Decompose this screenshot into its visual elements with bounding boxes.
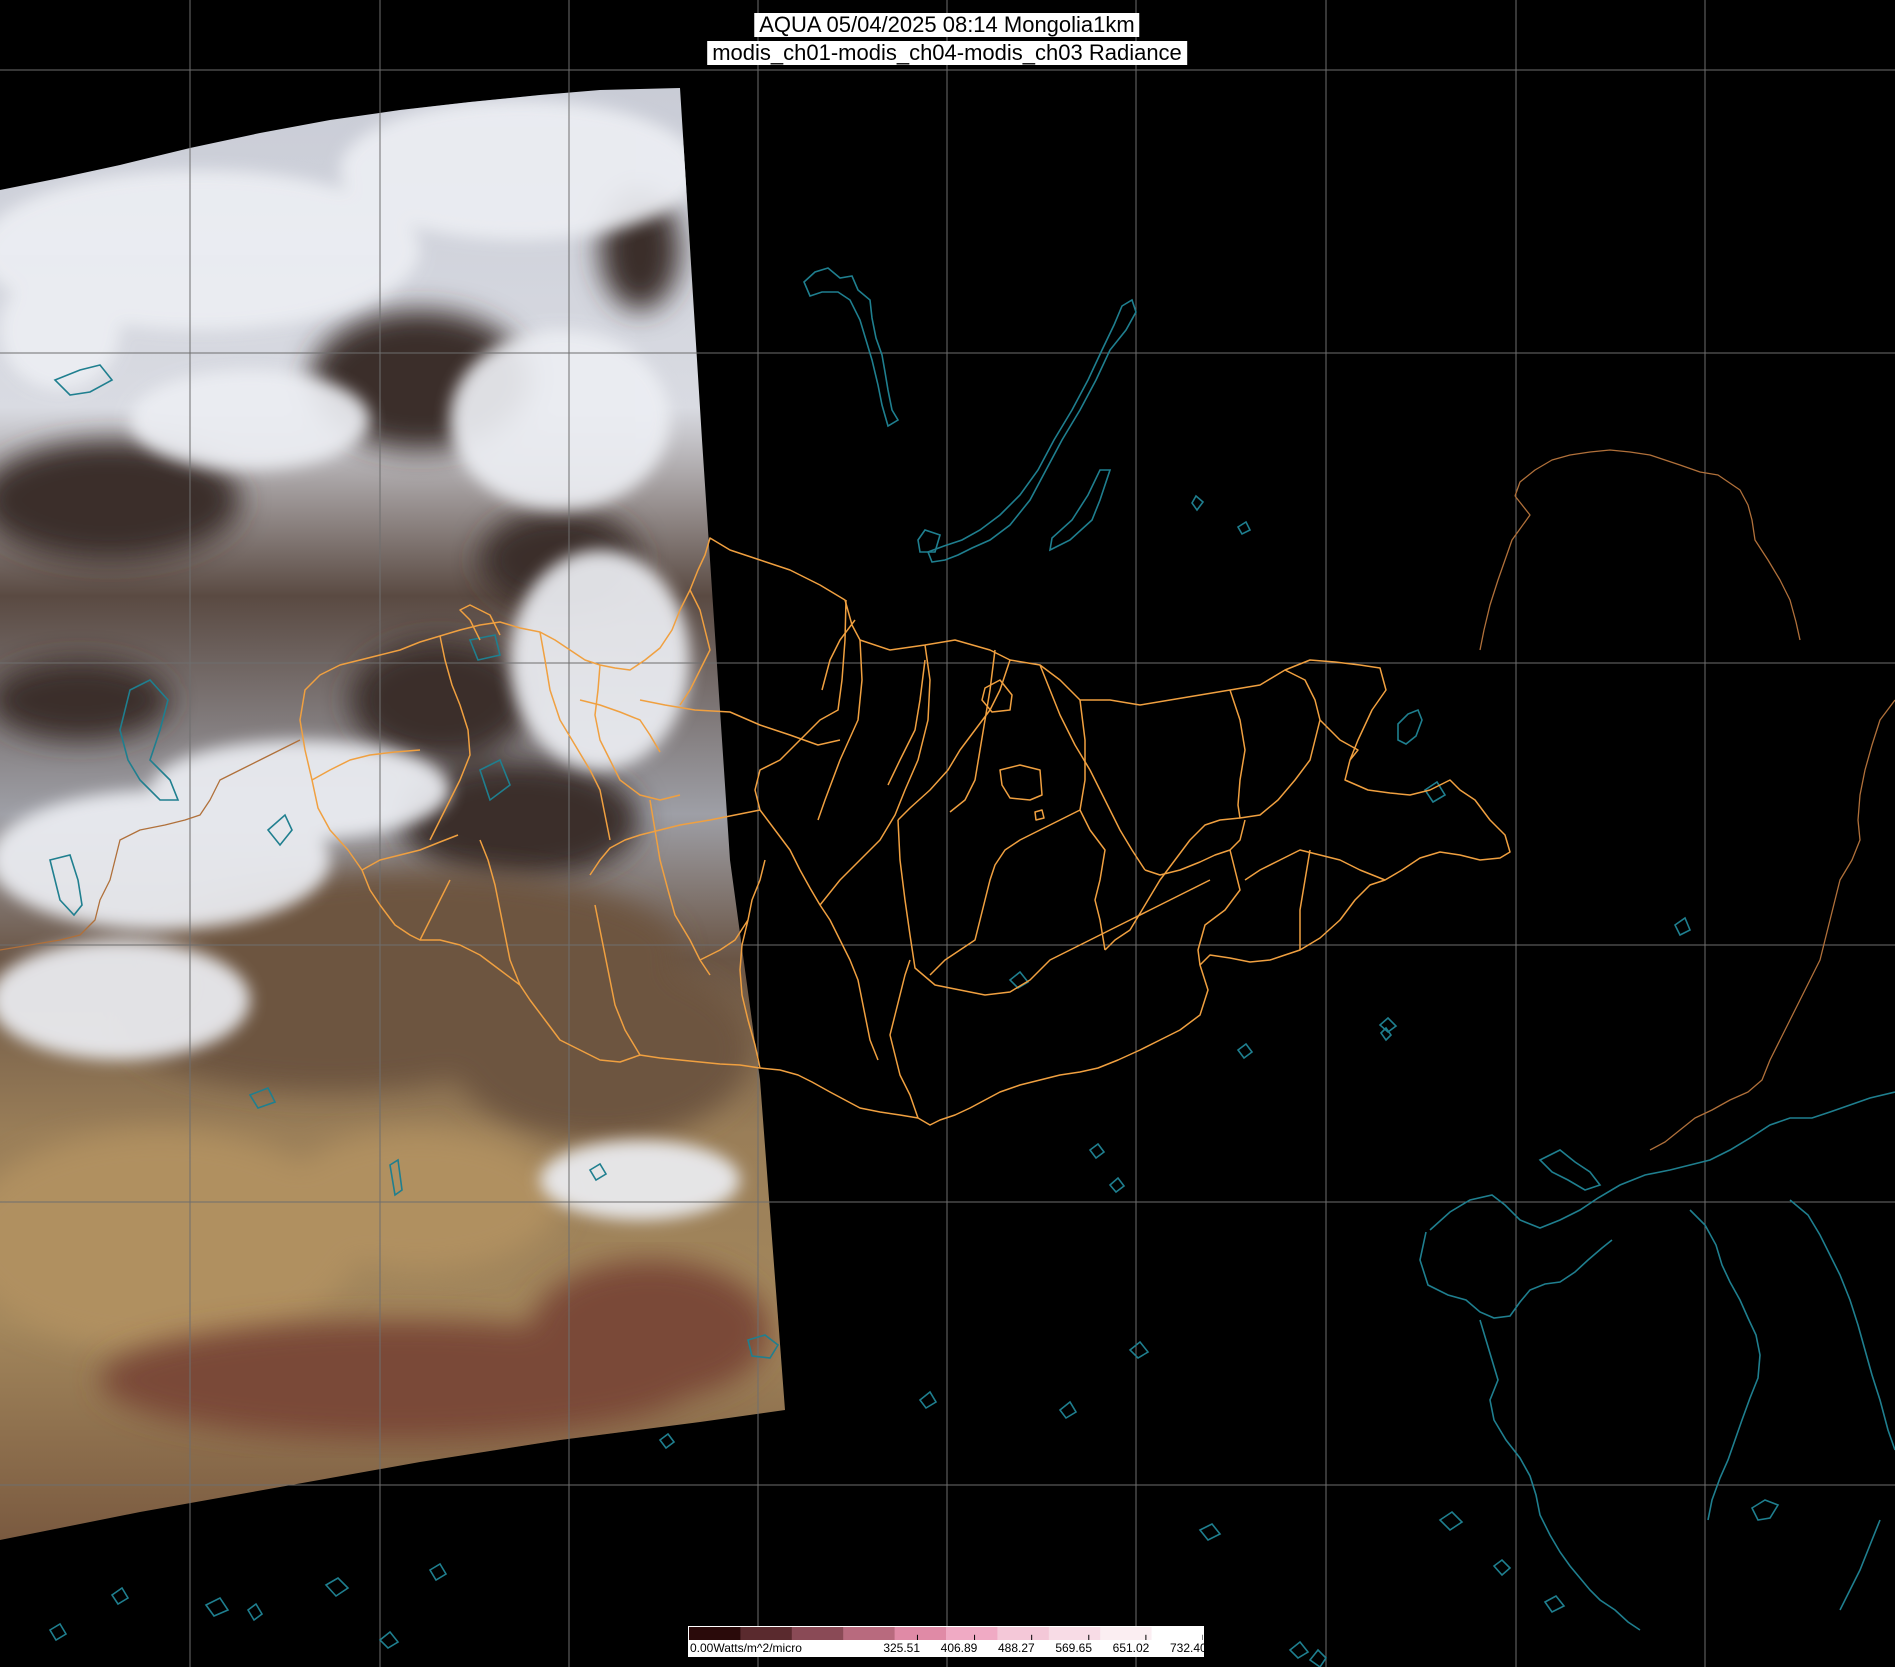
satellite-map	[0, 0, 1895, 1667]
colorbar-tick-label: 325.51	[883, 1641, 921, 1655]
colorbar-segment	[1100, 1627, 1153, 1640]
colorbar-segment	[1048, 1627, 1101, 1640]
colorbar-segment	[1151, 1627, 1203, 1640]
colorbar-segment	[946, 1627, 998, 1640]
colorbar-segment	[997, 1627, 1050, 1640]
colorbar-segment	[894, 1627, 947, 1640]
colorbar-gradient	[688, 1626, 1204, 1641]
colorbar-segment	[843, 1627, 896, 1640]
satellite-swath	[0, 88, 785, 1540]
colorbar-segment	[689, 1627, 741, 1640]
colorbar-tick-label: 569.65	[1055, 1641, 1093, 1655]
colorbar-labels: 0.00Watts/m^2/micro 325.51 406.89 488.27 56…	[688, 1641, 1207, 1657]
map-subtitle: modis_ch01-modis_ch04-modis_ch03 Radianc…	[707, 41, 1187, 65]
colorbar-tick-label: 488.27	[998, 1641, 1035, 1655]
colorbar-segment	[791, 1627, 844, 1640]
colorbar-unit-label: 0.00Watts/m^2/micro	[690, 1641, 802, 1655]
colorbar-segment	[740, 1627, 793, 1640]
russia-china-border	[1479, 449, 1801, 651]
colorbar: 0.00Watts/m^2/micro 325.51 406.89 488.27 56…	[688, 1626, 1207, 1657]
colorbar-tick-label: 651.02	[1112, 1641, 1150, 1655]
colorbar-tick-label: 732.40	[1170, 1641, 1207, 1655]
lake-baikal	[926, 298, 1137, 563]
map-title: AQUA 05/04/2025 08:14 Mongolia1km	[754, 13, 1140, 37]
colorbar-tick-label: 406.89	[940, 1641, 978, 1655]
